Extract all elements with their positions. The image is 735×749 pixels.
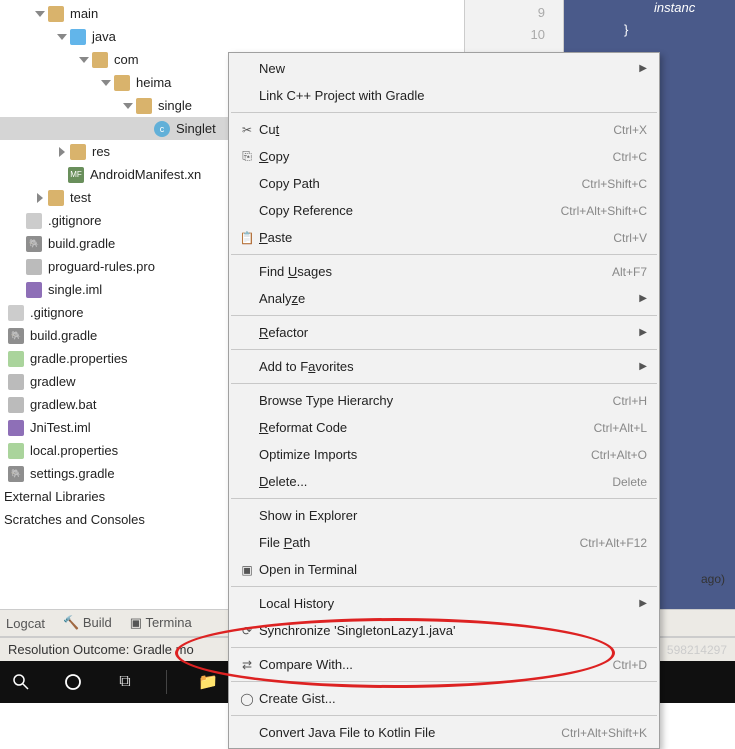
menu-cut[interactable]: ✂CutCtrl+X [229,116,659,143]
sync-icon: ⟳ [235,623,259,639]
chevron-down-icon[interactable] [100,77,112,89]
tree-label[interactable]: single.iml [48,282,102,297]
menu-browse-hierarchy[interactable]: Browse Type HierarchyCtrl+H [229,387,659,414]
folder-icon [70,29,86,45]
xml-file-icon: MF [68,167,84,183]
tree-label[interactable]: .gitignore [48,213,101,228]
menu-paste[interactable]: 📋PasteCtrl+V [229,224,659,251]
tab-build[interactable]: 🔨 Build [63,615,112,631]
gradle-file-icon: 🐘 [26,236,42,252]
chevron-down-icon[interactable] [122,100,134,112]
status-left: Resolution Outcome: Gradle mo [8,642,194,657]
menu-delete[interactable]: Delete...Delete [229,468,659,495]
chevron-down-icon[interactable] [78,54,90,66]
tree-label[interactable]: settings.gradle [30,466,115,481]
tree-label[interactable]: build.gradle [30,328,97,343]
class-icon: c [154,121,170,137]
copy-icon: ⎘ [235,149,259,165]
menu-copy[interactable]: ⎘CopyCtrl+C [229,143,659,170]
terminal-icon: ▣ [235,562,259,578]
chevron-down-icon[interactable] [34,8,46,20]
menu-file-path[interactable]: File PathCtrl+Alt+F12 [229,529,659,556]
folder-icon [48,6,64,22]
file-icon [8,374,24,390]
menu-link-cpp[interactable]: Link C++ Project with Gradle [229,82,659,109]
gradle-file-icon: 🐘 [8,328,24,344]
menu-favorites[interactable]: Add to Favorites▶ [229,353,659,380]
tree-label[interactable]: heima [136,75,171,90]
folder-icon [92,52,108,68]
menu-open-terminal[interactable]: ▣Open in Terminal [229,556,659,583]
menu-create-gist[interactable]: ◯Create Gist... [229,685,659,712]
cut-icon: ✂ [235,122,259,138]
tree-label[interactable]: main [70,6,98,21]
git-file-icon [26,213,42,229]
tree-label[interactable]: res [92,144,110,159]
compare-icon: ⇄ [235,657,259,673]
menu-analyze[interactable]: Analyze▶ [229,285,659,312]
menu-copy-reference[interactable]: Copy ReferenceCtrl+Alt+Shift+C [229,197,659,224]
menu-refactor[interactable]: Refactor▶ [229,319,659,346]
tree-label[interactable]: local.properties [30,443,118,458]
menu-new[interactable]: New▶ [229,55,659,82]
code-line: } [564,22,735,44]
tree-label[interactable]: Scratches and Consoles [4,512,145,527]
tree-label[interactable]: External Libraries [4,489,105,504]
tree-label[interactable]: proguard-rules.pro [48,259,155,274]
menu-synchronize[interactable]: ⟳Synchronize 'SingletonLazy1.java' [229,617,659,644]
tree-label[interactable]: AndroidManifest.xn [90,167,201,182]
iml-file-icon [26,282,42,298]
status-right: ago) [701,572,725,586]
menu-convert-kotlin[interactable]: Convert Java File to Kotlin FileCtrl+Alt… [229,719,659,746]
explorer-icon[interactable]: 📁 [197,671,219,693]
context-menu: New▶ Link C++ Project with Gradle ✂CutCt… [228,52,660,749]
tree-label[interactable]: gradlew.bat [30,397,97,412]
tree-label[interactable]: java [92,29,116,44]
watermark: 598214297 [667,643,727,657]
search-icon[interactable] [10,671,32,693]
code-line: instanc [564,0,735,22]
tree-label[interactable]: gradle.properties [30,351,128,366]
tree-label[interactable]: Singlet [176,121,216,136]
tab-terminal[interactable]: ▣ Termina [130,615,192,631]
menu-compare-with[interactable]: ⇄Compare With...Ctrl+D [229,651,659,678]
tree-label[interactable]: single [158,98,192,113]
chevron-down-icon[interactable] [56,31,68,43]
tree-label[interactable]: JniTest.iml [30,420,91,435]
line-number: 10 [465,24,545,46]
git-file-icon [8,305,24,321]
properties-file-icon [8,351,24,367]
tree-label[interactable]: com [114,52,139,67]
file-icon [8,397,24,413]
menu-copy-path[interactable]: Copy PathCtrl+Shift+C [229,170,659,197]
line-number: 9 [465,2,545,24]
tab-logcat[interactable]: Logcat [6,616,45,631]
tree-label[interactable]: gradlew [30,374,76,389]
cortana-icon[interactable] [62,671,84,693]
taskview-icon[interactable]: ⧉ [114,671,136,693]
file-icon [26,259,42,275]
github-icon: ◯ [235,691,259,707]
tree-label[interactable]: test [70,190,91,205]
folder-icon [136,98,152,114]
menu-show-explorer[interactable]: Show in Explorer [229,502,659,529]
iml-file-icon [8,420,24,436]
tree-label[interactable]: .gitignore [30,305,83,320]
menu-local-history[interactable]: Local History▶ [229,590,659,617]
paste-icon: 📋 [235,230,259,246]
tree-label[interactable]: build.gradle [48,236,115,251]
folder-icon [114,75,130,91]
folder-icon [70,144,86,160]
menu-find-usages[interactable]: Find UsagesAlt+F7 [229,258,659,285]
folder-icon [48,190,64,206]
menu-reformat[interactable]: Reformat CodeCtrl+Alt+L [229,414,659,441]
chevron-right-icon[interactable] [56,146,68,158]
gradle-file-icon: 🐘 [8,466,24,482]
properties-file-icon [8,443,24,459]
chevron-right-icon[interactable] [34,192,46,204]
menu-optimize-imports[interactable]: Optimize ImportsCtrl+Alt+O [229,441,659,468]
